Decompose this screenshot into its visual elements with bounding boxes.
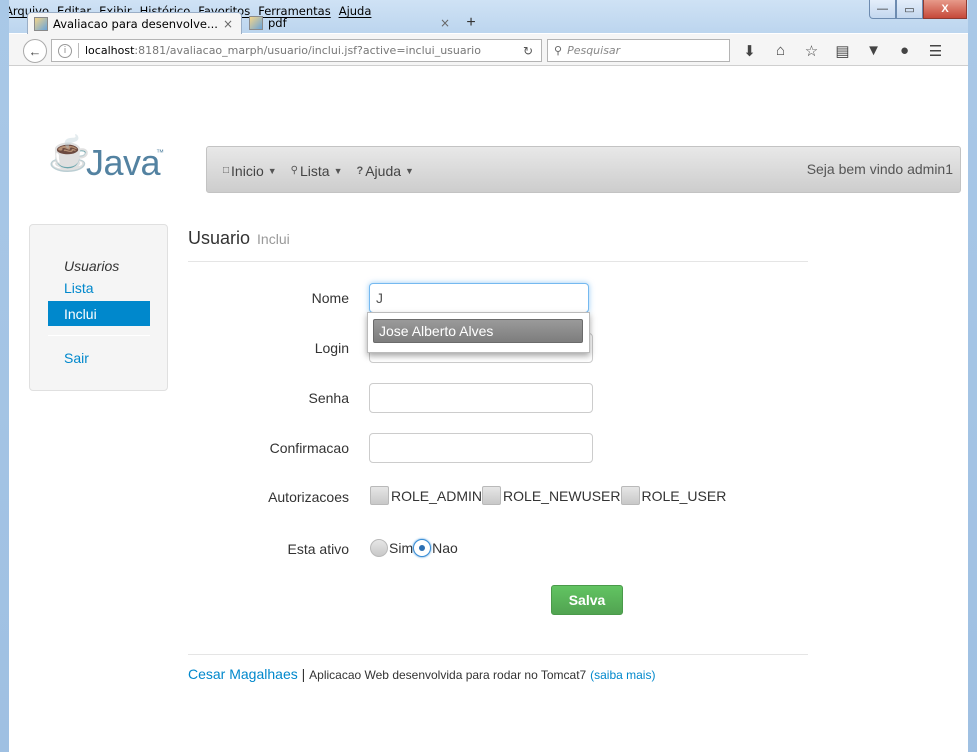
page-title-main: Usuario [188, 228, 251, 248]
sidebar-title: Usuarios [64, 258, 120, 274]
url-host: localhost [85, 44, 135, 57]
search-icon: ⚲ [554, 44, 563, 57]
chevron-down-icon: ▼ [267, 165, 277, 176]
tab-close-icon[interactable]: × [440, 16, 450, 30]
nav-inicio-label: Inicio [231, 162, 264, 179]
browser-tab-active[interactable]: Avaliacao para desenvolve... × [27, 12, 242, 34]
footer-description: Aplicacao Web desenvolvida para rodar no… [309, 668, 587, 682]
java-logo: ☕ Java ™ [48, 134, 164, 190]
new-tab-button[interactable]: + [460, 12, 482, 34]
nome-label: Nome [311, 290, 349, 306]
welcome-text: Seja bem vindo admin1 [806, 161, 953, 177]
logo-text: Java [86, 142, 161, 183]
footer-more-link[interactable]: saiba mais [594, 668, 651, 682]
nav-ajuda-dropdown[interactable]: ? Ajuda ▼ [356, 163, 413, 179]
role-admin-label: ROLE_ADMIN [391, 487, 483, 504]
ativo-radio-group: Sim Nao [370, 539, 458, 557]
autorizacoes-group: ROLE_ADMIN ROLE_NEWUSER ROLE_USER [370, 486, 726, 505]
nav-inicio-dropdown[interactable]: □ Inicio ▼ [223, 163, 277, 179]
nome-input[interactable] [369, 283, 589, 313]
autocomplete-item[interactable]: Jose Alberto Alves [373, 319, 583, 343]
footer: Cesar Magalhaes | Aplicacao Web desenvol… [188, 666, 655, 682]
confirmacao-label: Confirmacao [269, 440, 349, 456]
browser-navbar: ← i localhost:8181/avaliacao_marph/usuar… [9, 34, 968, 66]
nao-label: Nao [432, 540, 458, 556]
close-window-button[interactable]: X [923, 0, 967, 19]
minimize-button[interactable]: — [869, 0, 896, 19]
page-subtitle: Inclui [257, 231, 290, 247]
back-arrow-icon[interactable]: ← [23, 39, 47, 63]
save-button[interactable]: Salva [551, 585, 623, 615]
trademark-mark: ™ [156, 148, 164, 157]
autocomplete-dropdown: Jose Alberto Alves [367, 312, 590, 353]
url-separator [78, 43, 79, 58]
sidebar-item-lista[interactable]: Lista [64, 280, 94, 296]
tab-title: Avaliacao para desenvolve... [53, 16, 218, 31]
pocket-icon[interactable]: ▼ [858, 39, 889, 62]
document-icon: □ [223, 165, 230, 176]
sidebar-divider [48, 335, 150, 336]
home-icon[interactable]: ⌂ [765, 39, 796, 62]
url-path: :8181/avaliacao_marph/usuario/inclui.jsf… [134, 44, 481, 57]
header-divider [188, 261, 808, 262]
tab-favicon-icon [249, 16, 263, 30]
download-icon[interactable]: ⬇ [734, 39, 765, 62]
maximize-button[interactable]: ▭ [896, 0, 923, 19]
login-label: Login [314, 340, 349, 356]
window-border-right [968, 0, 977, 752]
search-placeholder: Pesquisar [567, 44, 621, 57]
nav-lista-dropdown[interactable]: ⚲ Lista ▼ [291, 163, 343, 179]
role-user-checkbox[interactable] [620, 486, 640, 505]
java-cup-icon: ☕ [48, 135, 91, 173]
sidebar-item-sair[interactable]: Sair [64, 350, 89, 366]
sim-radio[interactable] [370, 539, 388, 557]
question-icon: ? [356, 164, 364, 177]
search-icon: ⚲ [290, 165, 298, 176]
reading-list-icon[interactable]: ▤ [827, 39, 858, 62]
footer-more-wrapper: (saiba mais) [590, 668, 656, 682]
tab-favicon-icon [34, 16, 48, 31]
top-navbar: □ Inicio ▼ ⚲ Lista ▼ ? Ajuda ▼ Seja bem … [206, 146, 961, 193]
footer-separator: | [301, 666, 306, 682]
tab-close-icon[interactable]: × [223, 17, 233, 31]
sim-label: Sim [389, 540, 414, 556]
toolbar-icons: ⬇ ⌂ ☆ ▤ ▼ ● ☰ [734, 39, 951, 62]
nav-ajuda-label: Ajuda [365, 162, 402, 179]
footer-author-link[interactable]: Cesar Magalhaes [188, 666, 298, 682]
confirmacao-input[interactable] [369, 433, 593, 463]
hamburger-menu-icon[interactable]: ☰ [920, 39, 951, 62]
senha-input[interactable] [369, 383, 593, 413]
browser-tab-pdf[interactable]: pdf × [243, 12, 458, 34]
reload-icon[interactable]: ↻ [523, 44, 533, 58]
footer-divider [188, 654, 808, 655]
nav-items: □ Inicio ▼ ⚲ Lista ▼ ? Ajuda ▼ [223, 147, 428, 194]
browser-search-input[interactable]: ⚲ Pesquisar [547, 39, 730, 62]
sidebar-item-inclui[interactable]: Inclui [48, 301, 150, 326]
role-admin-checkbox[interactable] [370, 486, 389, 505]
role-user-label: ROLE_USER [641, 487, 727, 504]
chevron-down-icon: ▼ [405, 165, 414, 176]
nav-lista-label: Lista [299, 162, 330, 179]
url-bar[interactable]: i localhost:8181/avaliacao_marph/usuario… [51, 39, 542, 62]
window-controls: — ▭ X [869, 0, 967, 19]
ativo-label: Esta ativo [287, 541, 349, 557]
role-newuser-checkbox[interactable] [482, 486, 502, 505]
bookmark-star-icon[interactable]: ☆ [796, 39, 827, 62]
sidebar: Usuarios Lista Inclui Sair [29, 224, 168, 391]
window-border-left [0, 0, 9, 752]
nao-radio[interactable] [413, 539, 432, 557]
autorizacoes-label: Autorizacoes [268, 489, 349, 505]
chat-icon[interactable]: ● [889, 39, 920, 62]
chevron-down-icon: ▼ [333, 165, 343, 176]
globe-icon: i [58, 43, 72, 58]
senha-label: Senha [308, 390, 349, 406]
page-title: Usuario Inclui [188, 228, 290, 249]
tab-title: pdf [268, 16, 287, 30]
role-newuser-label: ROLE_NEWUSER [503, 487, 621, 504]
